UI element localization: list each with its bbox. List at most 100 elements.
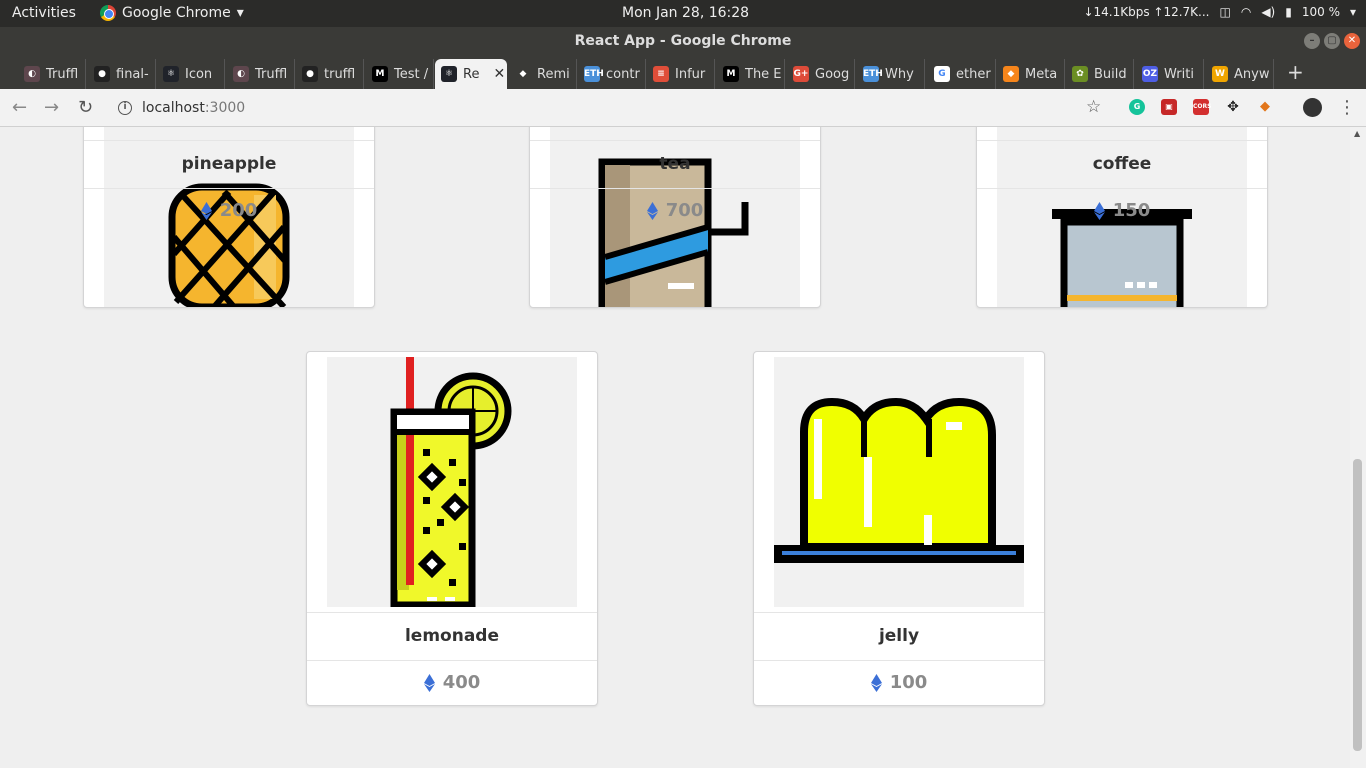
tab-label: Goog — [815, 66, 850, 82]
tab-inactive[interactable]: M The E — [717, 59, 785, 89]
product-price: 150 — [1112, 200, 1151, 221]
ethereum-icon — [646, 201, 658, 220]
tab-label: truffl — [324, 66, 356, 82]
tab-inactive[interactable]: ETH contr — [578, 59, 646, 89]
w-icon: W — [1212, 66, 1228, 82]
profile-avatar[interactable] — [1303, 98, 1322, 117]
product-card-pineapple[interactable]: pineapple 200 — [83, 127, 375, 308]
ethereum-icon — [423, 673, 435, 692]
close-tab-icon[interactable]: ✕ — [493, 66, 505, 82]
tab-inactive[interactable]: ≡ Infur — [647, 59, 715, 89]
tab-inactive[interactable]: ✿ Build — [1066, 59, 1134, 89]
page-scrollbar[interactable]: ▲ — [1350, 127, 1366, 768]
tab-inactive[interactable]: Gether — [928, 59, 996, 89]
maximize-button[interactable]: ▢ — [1324, 33, 1340, 49]
react-icon: ⚛ — [163, 66, 179, 82]
tab-inactive[interactable]: ● truffl — [296, 59, 364, 89]
tab-label: Truffl — [46, 66, 79, 82]
system-tray[interactable]: ↓14.1Kbps ↑12.7K... ◫ ◠ ◀) ▮ 100 % ▾ — [1083, 5, 1356, 19]
tab-inactive[interactable]: OZ Writi — [1136, 59, 1204, 89]
openzeppelin-icon: OZ — [1142, 66, 1158, 82]
product-name: coffee — [977, 140, 1267, 188]
tab-inactive[interactable]: ● final- — [88, 59, 156, 89]
tab-active[interactable]: ⚛ Re ✕ — [435, 59, 507, 89]
tab-inactive[interactable]: M Test / — [366, 59, 434, 89]
tab-label: Icon — [185, 66, 213, 82]
product-card-tea[interactable]: tea 700 — [529, 127, 821, 308]
site-info-icon[interactable]: i — [118, 101, 132, 115]
github-icon: ● — [302, 66, 318, 82]
eth-icon: ETH — [584, 66, 604, 82]
build-icon: ✿ — [1072, 66, 1088, 82]
tab-inactive[interactable]: ◆ Remi — [509, 59, 577, 89]
product-card-jelly[interactable]: jelly 100 — [753, 351, 1045, 706]
product-name: tea — [530, 140, 820, 188]
tab-label: Test / — [394, 66, 429, 82]
tab-inactive[interactable]: ⚛ Icon — [157, 59, 225, 89]
ethereum-icon — [870, 673, 882, 692]
window-title-bar: React App - Google Chrome – ▢ ✕ — [0, 27, 1366, 55]
address-bar[interactable]: i localhost:3000 — [106, 94, 1116, 122]
product-price: 200 — [219, 200, 258, 221]
eth-icon: ETH — [863, 66, 883, 82]
tab-label: ether — [956, 66, 991, 82]
grammarly-extension-icon[interactable]: G — [1129, 99, 1145, 115]
product-price: 100 — [889, 672, 928, 693]
product-price-row: 700 — [530, 188, 820, 232]
tab-label: Anyw — [1234, 66, 1270, 82]
product-price: 700 — [665, 200, 704, 221]
network-speed: ↓14.1Kbps ↑12.7K... — [1083, 5, 1210, 19]
product-price-row: 200 — [84, 188, 374, 232]
tab-inactive[interactable]: G+ Goog — [787, 59, 855, 89]
product-card-coffee[interactable]: coffee 150 — [976, 127, 1268, 308]
tab-inactive[interactable]: ETH Why — [857, 59, 925, 89]
tab-label: Remi — [537, 66, 570, 82]
remix-icon: ◆ — [515, 66, 531, 82]
tab-inactive[interactable]: ◐ Truffl — [227, 59, 295, 89]
new-tab-button[interactable]: + — [1287, 60, 1304, 84]
product-name: lemonade — [307, 612, 597, 660]
tab-label: Re — [463, 66, 480, 82]
jelly-image — [774, 357, 1024, 607]
tab-label: The E — [745, 66, 782, 82]
metamask-icon: ◆ — [1003, 66, 1019, 82]
tab-label: contr — [606, 66, 640, 82]
close-window-button[interactable]: ✕ — [1344, 33, 1360, 49]
minimize-button[interactable]: – — [1304, 33, 1320, 49]
tab-inactive[interactable]: ◆ Meta — [997, 59, 1065, 89]
product-card-lemonade[interactable]: lemonade 400 — [306, 351, 598, 706]
reload-button[interactable]: ↻ — [78, 97, 93, 118]
metamask-extension-icon[interactable]: ◆ — [1257, 99, 1273, 115]
clock[interactable]: Mon Jan 28, 16:28 — [622, 5, 749, 21]
back-button[interactable]: ← — [12, 97, 27, 118]
lemonade-image — [327, 357, 577, 607]
page-viewport: pineapple 200 tea 700 coffee 150 lemonad… — [0, 127, 1350, 768]
bookmark-star-icon[interactable]: ☆ — [1086, 97, 1101, 117]
medium-icon: M — [723, 66, 739, 82]
ethereum-icon — [1093, 201, 1105, 220]
activities-button[interactable]: Activities — [12, 5, 76, 21]
system-menu-arrow-icon: ▾ — [1349, 5, 1356, 19]
gplus-icon: G+ — [793, 66, 809, 82]
infura-icon: ≡ — [653, 66, 669, 82]
extension-icon[interactable]: ▣ — [1161, 99, 1177, 115]
app-menu-label: Google Chrome — [122, 5, 231, 21]
forward-button[interactable]: → — [44, 97, 59, 118]
cors-extension-icon[interactable]: CORS — [1193, 99, 1211, 115]
battery-level: 100 % — [1301, 5, 1340, 19]
scroll-up-arrow-icon[interactable]: ▲ — [1354, 129, 1360, 138]
browser-toolbar: ← → ↻ i localhost:3000 ☆ G ▣ CORS ✥ ◆ ⋮ — [0, 89, 1366, 127]
tab-label: Infur — [675, 66, 706, 82]
tab-inactive[interactable]: W Anyw — [1206, 59, 1274, 89]
chrome-menu-icon[interactable]: ⋮ — [1338, 97, 1356, 118]
dropdown-arrow-icon: ▾ — [236, 5, 244, 21]
tab-label: Build — [1094, 66, 1127, 82]
battery-icon: ▮ — [1285, 5, 1292, 19]
scrollbar-thumb[interactable] — [1353, 459, 1362, 751]
ethereum-icon — [200, 201, 212, 220]
gnome-extension-icon[interactable]: ✥ — [1225, 99, 1241, 115]
tab-inactive[interactable]: ◐ Truffl — [18, 59, 86, 89]
app-menu[interactable]: Google Chrome ▾ — [100, 5, 244, 21]
tab-label: Writi — [1164, 66, 1194, 82]
github-icon: ● — [94, 66, 110, 82]
